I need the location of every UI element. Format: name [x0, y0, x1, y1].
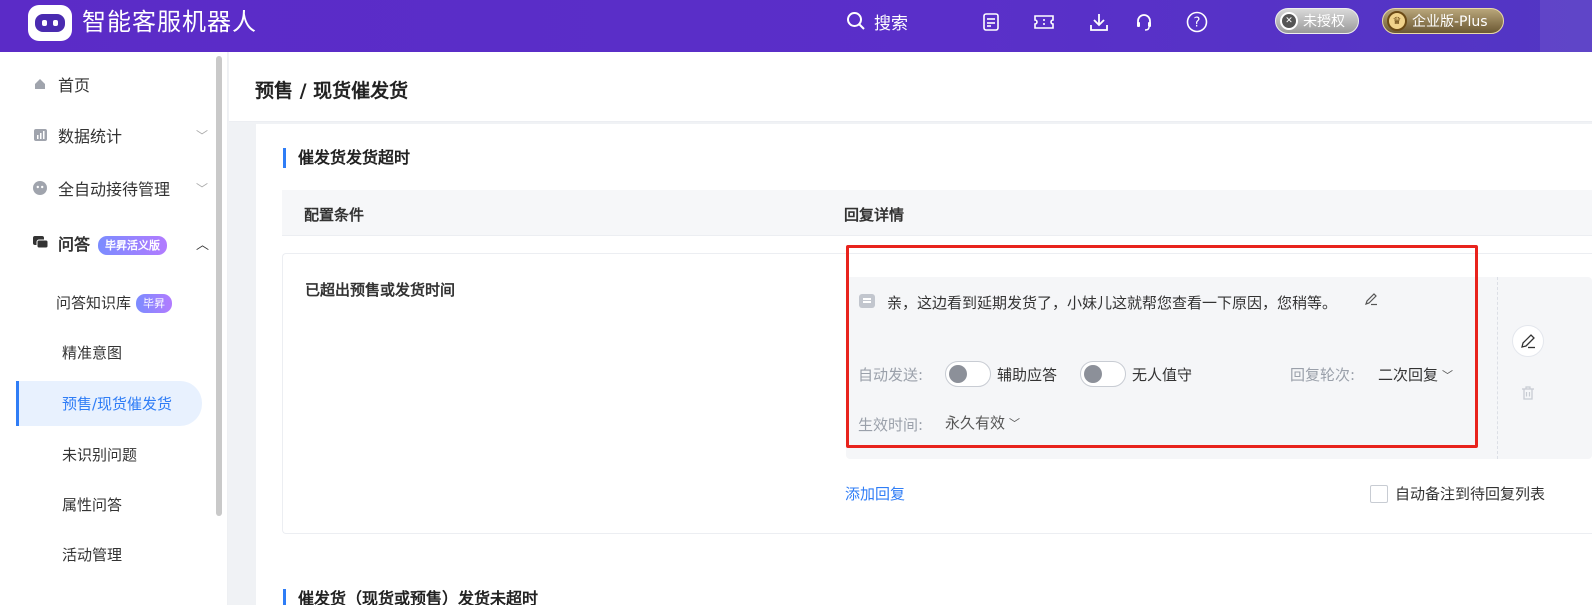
download-icon[interactable] [1087, 10, 1111, 34]
page-title: 预售 / 现货催发货 [255, 80, 409, 102]
sidebar-item-attribute-qa[interactable]: 属性问答 [0, 484, 214, 524]
edition-badge[interactable]: ♛ 企业版-Plus [1382, 8, 1504, 34]
chat-icon [32, 235, 48, 251]
close-circle-icon: ✕ [1280, 12, 1298, 30]
reply-round-label: 回复轮次: [1290, 366, 1356, 384]
sidebar-item-activity[interactable]: 活动管理 [0, 534, 214, 574]
pencil-icon [1521, 334, 1535, 349]
auto-note-label: 自动备注到待回复列表 [1395, 485, 1546, 503]
sidebar-item-qa-knowledge-base[interactable]: 问答知识库 毕昇 [0, 282, 214, 322]
headset-icon[interactable] [1132, 10, 1156, 34]
home-icon [32, 76, 48, 92]
search-button[interactable]: 搜索 [846, 9, 908, 34]
delete-button[interactable] [1512, 377, 1544, 409]
reply-round-value: 二次回复 [1378, 366, 1439, 384]
pencil-icon [1365, 293, 1377, 306]
sidebar-item-label: 未识别问题 [62, 445, 138, 464]
effective-time-label: 生效时间: [858, 416, 924, 434]
sidebar-item-label: 问答知识库 [56, 293, 132, 312]
page-header: 预售 / 现货催发货 [229, 52, 1592, 122]
chevron-down-icon: ﹀ [196, 181, 209, 196]
sidebar-item-label: 精准意图 [62, 343, 123, 362]
version-badge: 毕昇活义版 [98, 236, 168, 255]
version-badge: 毕昇 [136, 293, 173, 313]
svg-text:?: ? [1194, 16, 1201, 31]
column-header-condition: 配置条件 [304, 206, 365, 224]
task-list-icon[interactable] [979, 10, 1003, 34]
sidebar-item-label: 属性问答 [62, 495, 123, 514]
sidebar-item-precise-intent[interactable]: 精准意图 [0, 332, 214, 372]
sidebar-item-label: 问答 [58, 235, 91, 254]
column-header-reply: 回复详情 [844, 206, 905, 224]
chevron-down-icon: ﹀ [1009, 416, 1021, 430]
divider [1497, 277, 1498, 459]
section-title: 催发货发货超时 [283, 148, 410, 168]
ticket-icon[interactable] [1032, 10, 1056, 34]
add-reply-link[interactable]: 添加回复 [845, 483, 905, 504]
edit-reply-inline-button[interactable] [1364, 292, 1378, 310]
auto-note-checkbox[interactable] [1370, 485, 1388, 503]
edition-label: 企业版-Plus [1412, 14, 1488, 30]
next-section-title: 催发货（现货或预售）发货未超时 [283, 589, 538, 605]
help-icon[interactable]: ? [1185, 10, 1209, 34]
sidebar-scrollbar[interactable] [216, 56, 222, 516]
user-menu[interactable] [1540, 0, 1592, 52]
top-bar: 智能客服机器人 搜索 ? ✕ 未授权 ♛ 企业版-Plus [0, 0, 1592, 52]
crown-icon: ♛ [1387, 11, 1407, 31]
condition-text: 已超出预售或发货时间 [305, 281, 456, 299]
edit-button[interactable] [1512, 325, 1544, 357]
sidebar-item-presale-shipping[interactable]: 预售/现货催发货 [0, 383, 214, 423]
trash-icon [1522, 386, 1534, 400]
sidebar-item-unrecognized[interactable]: 未识别问题 [0, 434, 214, 474]
sidebar-item-auto-reception[interactable]: 全自动接待管理 ﹀ [0, 168, 214, 208]
sidebar-item-home[interactable]: 首页 [0, 64, 214, 104]
chevron-down-icon: ﹀ [196, 128, 209, 143]
auto-send-label: 自动发送: [858, 366, 924, 384]
unattended-toggle[interactable] [1080, 361, 1126, 387]
sidebar-item-label: 全自动接待管理 [58, 180, 171, 199]
effective-time-select[interactable]: 永久有效 ﹀ [945, 412, 1020, 433]
chevron-down-icon: ﹀ [1442, 368, 1454, 382]
sidebar-item-label: 预售/现货催发货 [62, 394, 173, 413]
unattended-label: 无人值守 [1132, 366, 1193, 384]
assist-reply-label: 辅助应答 [997, 366, 1058, 384]
reply-text: 亲，这边看到延期发货了，小妹儿这就帮您查看一下原因，您稍等。 [887, 294, 1338, 312]
message-icon [859, 294, 875, 308]
search-icon [847, 12, 865, 30]
sidebar-item-label: 活动管理 [62, 545, 123, 564]
auth-status-badge[interactable]: ✕ 未授权 [1275, 8, 1359, 34]
chart-icon [32, 127, 48, 143]
chevron-up-icon: ︿ [196, 237, 210, 253]
search-label: 搜索 [874, 13, 908, 34]
app-title: 智能客服机器人 [82, 8, 257, 36]
auth-status-label: 未授权 [1303, 14, 1345, 30]
sidebar-item-label: 数据统计 [58, 127, 123, 146]
effective-time-value: 永久有效 [945, 414, 1006, 432]
sidebar-item-qa[interactable]: 问答 毕昇活义版 ︿ [0, 223, 214, 263]
sidebar-item-label: 首页 [58, 76, 91, 95]
robot-face-icon [32, 180, 48, 196]
robot-logo-icon [28, 5, 72, 41]
reply-round-select[interactable]: 二次回复 ﹀ [1378, 364, 1453, 385]
assist-reply-toggle[interactable] [945, 361, 991, 387]
sidebar-item-data-stats[interactable]: 数据统计 ﹀ [0, 115, 214, 155]
table-header: 配置条件 回复详情 [282, 190, 1592, 236]
